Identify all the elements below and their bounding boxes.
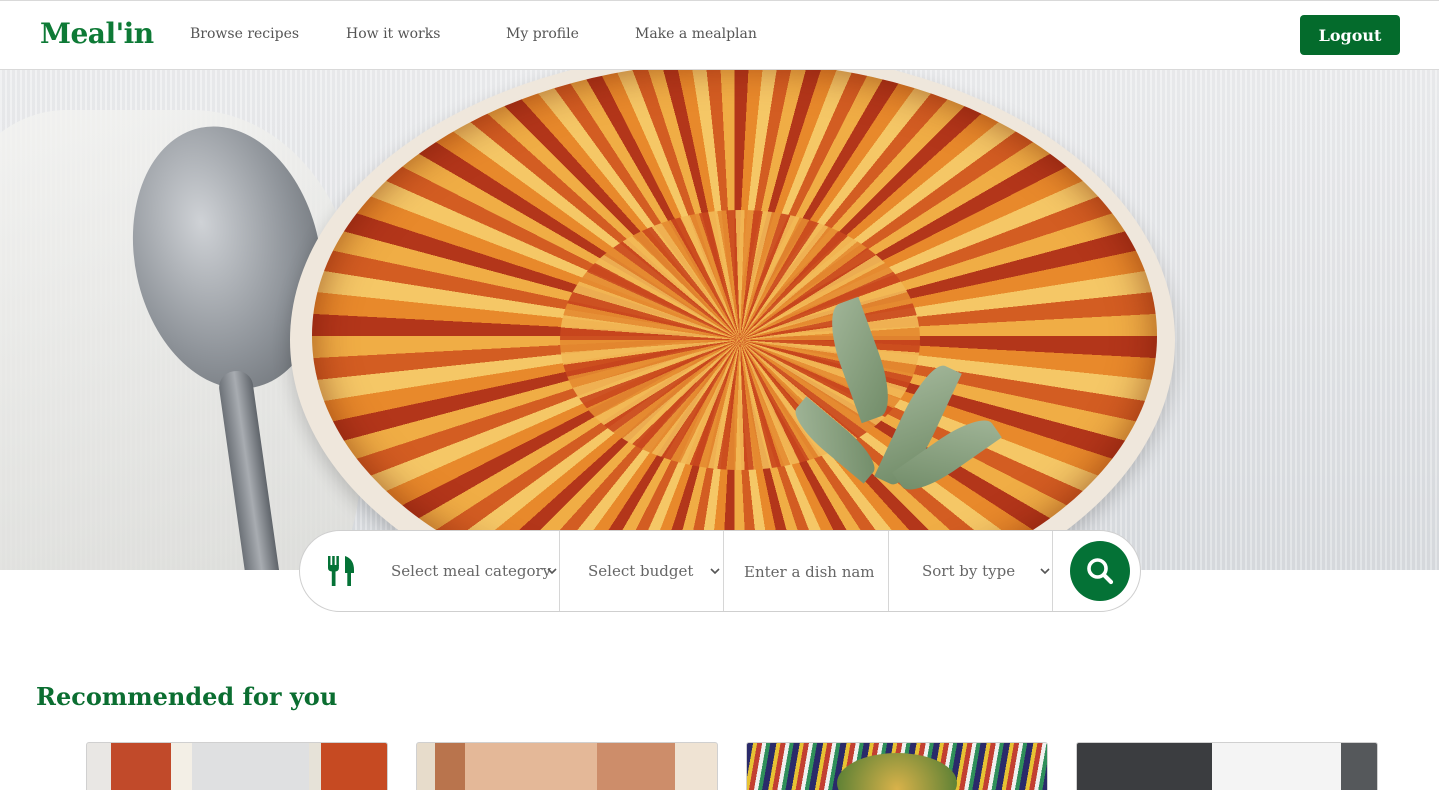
chevron-down-icon <box>1040 568 1050 575</box>
nav-link-browse-recipes[interactable]: Browse recipes <box>190 26 299 42</box>
logout-button[interactable]: Logout <box>1300 15 1400 55</box>
sort-type-label: Sort by type <box>922 562 1016 580</box>
top-navbar: Meal'in Browse recipes How it works My p… <box>0 0 1439 70</box>
search-divider <box>559 531 560 611</box>
chevron-down-icon <box>710 568 720 575</box>
recommended-heading: Recommended for you <box>36 682 338 711</box>
fork-knife-icon <box>328 556 354 586</box>
budget-label: Select budget <box>588 562 694 580</box>
search-divider <box>723 531 724 611</box>
logo[interactable]: Meal'in <box>40 17 154 50</box>
sort-type-select[interactable]: Sort by type <box>922 531 1052 611</box>
recipe-card[interactable] <box>1076 742 1378 790</box>
dish-name-input[interactable] <box>744 560 874 584</box>
meal-category-label: Select meal category <box>391 562 552 580</box>
nav-link-how-it-works[interactable]: How it works <box>346 26 440 42</box>
budget-select[interactable]: Select budget <box>588 531 723 611</box>
recipe-card[interactable] <box>86 742 388 790</box>
search-button[interactable] <box>1070 541 1130 601</box>
search-icon <box>1087 558 1114 585</box>
nav-link-my-profile[interactable]: My profile <box>506 26 579 42</box>
search-divider <box>888 531 889 611</box>
recipe-card[interactable] <box>746 742 1048 790</box>
nav-link-make-mealplan[interactable]: Make a mealplan <box>635 26 757 42</box>
search-divider <box>1052 531 1053 611</box>
hero-image <box>0 70 1439 570</box>
meal-category-select[interactable]: Select meal category <box>391 531 559 611</box>
recipe-card[interactable] <box>416 742 718 790</box>
chevron-down-icon <box>547 568 557 575</box>
